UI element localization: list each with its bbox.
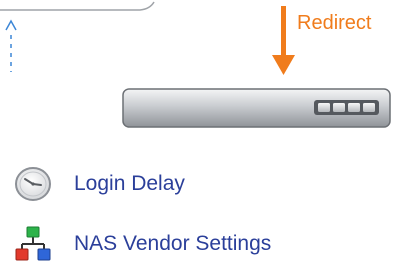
network-device	[122, 88, 391, 128]
menu-item-login-delay[interactable]: Login Delay	[14, 164, 185, 204]
menu-item-label: Login Delay	[74, 172, 185, 195]
redirect-arrow	[272, 6, 295, 75]
menu-item-nas-vendor-settings[interactable]: NAS Vendor Settings	[14, 224, 271, 264]
clock-icon	[14, 164, 56, 204]
redirect-label: Redirect	[297, 12, 372, 34]
connector-curve	[0, 1, 155, 11]
network-nodes-icon	[14, 224, 56, 264]
dashed-connector	[5, 19, 17, 72]
menu-item-label: NAS Vendor Settings	[74, 232, 272, 255]
